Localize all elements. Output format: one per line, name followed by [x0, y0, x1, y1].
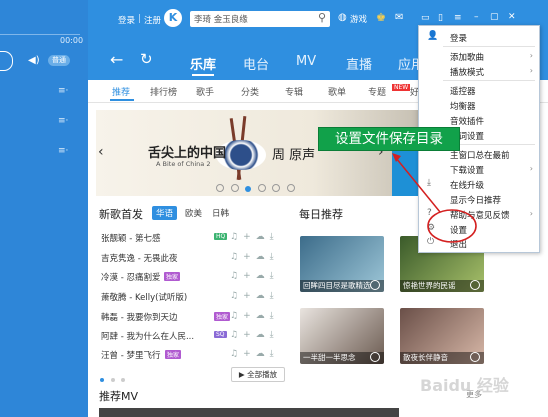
highlight-circle: [427, 209, 477, 243]
annotation-arrowhead: [392, 153, 401, 162]
annotation-overlay: [392, 153, 477, 243]
annotation-arrow: [395, 157, 441, 213]
callout-label: 设置文件保存目录: [318, 127, 460, 151]
watermark: Baidu 经验: [420, 376, 509, 395]
